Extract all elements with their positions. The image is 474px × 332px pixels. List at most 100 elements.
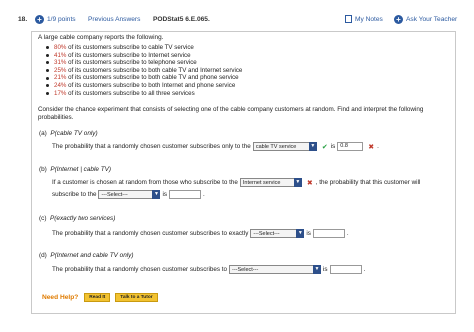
select-value: cable TV service (255, 143, 297, 150)
talk-to-tutor-button[interactable]: Talk to a Tutor (115, 293, 158, 302)
chevron-down-icon: ▼ (313, 265, 321, 274)
select-value: Internet service (242, 179, 281, 186)
notes-icon (345, 15, 352, 23)
part-c-select[interactable]: ---Select--- ▼ (250, 229, 305, 238)
consider-text: Consider the chance experiment that cons… (38, 106, 424, 121)
read-it-button[interactable]: Read It (84, 293, 111, 302)
part-letter: (b) (39, 166, 47, 173)
select-value: ---Select--- (253, 230, 280, 237)
part-d-text: The probability that a randomly chosen c… (52, 266, 227, 273)
part-c-text: The probability that a randomly chosen c… (52, 230, 249, 237)
chevron-down-icon: ▼ (293, 178, 302, 187)
part-c-label: (c) P(exactly two services) (39, 215, 115, 222)
part-a-label: (a) P(cable TV only) (39, 130, 98, 137)
previous-answers-link[interactable]: Previous Answers (88, 16, 140, 23)
list-item: 17% of its customers subscribe to all th… (46, 90, 242, 98)
part-letter: (c) (39, 215, 47, 222)
ask-teacher-link[interactable]: + Ask Your Teacher (394, 14, 458, 24)
stat-pct: 80% (54, 44, 67, 51)
part-letter: (d) (39, 252, 47, 259)
part-b-select1[interactable]: Internet service ▼ (239, 178, 302, 187)
stat-pct: 41% (54, 51, 67, 59)
period: . (203, 191, 205, 198)
list-item: 21% of its customers subscribe to both c… (46, 74, 242, 82)
plus-icon: + (394, 14, 403, 24)
stat-pct: 21% (54, 74, 67, 82)
part-b-row1: If a customer is chosen at random from t… (52, 178, 420, 187)
stat-text: of its customers subscribe to Internet s… (68, 51, 191, 59)
select-value: ---Select--- (101, 191, 128, 198)
is-label: is (162, 191, 168, 198)
stat-pct: 17% (54, 89, 67, 97)
stat-text: of its customers subscribe to cable TV s… (68, 44, 194, 51)
chevron-down-icon: ▼ (308, 142, 317, 151)
points-indicator[interactable]: + 1/9 points (35, 14, 76, 24)
list-item: 31% of its customers subscribe to teleph… (46, 59, 242, 67)
part-letter: (a) (39, 130, 47, 137)
period: . (377, 143, 379, 150)
part-a-row: The probability that a randomly chosen c… (52, 142, 379, 151)
select-value: ---Select--- (232, 266, 259, 273)
ask-teacher-label: Ask Your Teacher (406, 15, 458, 23)
is-label: is (306, 230, 311, 237)
is-label: is (330, 143, 336, 150)
stat-pct: 24% (54, 81, 67, 89)
question-code: PODStat5 6.E.065. (153, 15, 210, 23)
period: . (363, 266, 366, 273)
part-a-text: The probability that a randomly chosen c… (52, 143, 251, 150)
bullet-icon (46, 46, 49, 50)
plus-icon: + (35, 14, 44, 24)
part-a-select[interactable]: cable TV service ▼ (252, 142, 317, 151)
part-title: P(exactly two services) (50, 215, 116, 222)
list-item: 41% of its customers subscribe to Intern… (46, 52, 242, 60)
part-b-row2: subscribe to the ---Select--- ▼ is . (52, 190, 205, 199)
check-icon: ✔ (321, 143, 328, 151)
bullet-icon (46, 84, 49, 88)
x-icon: ✖ (306, 179, 313, 187)
part-b-text1: If a customer is chosen at random from t… (52, 179, 238, 186)
stat-text: of its customers subscribe to telephone … (68, 59, 197, 67)
part-title: P(Internet and cable TV only) (50, 252, 134, 259)
chevron-down-icon: ▼ (152, 190, 161, 199)
part-title: P(cable TV only) (50, 130, 98, 137)
list-item: 24% of its customers subscribe to both I… (46, 82, 242, 90)
part-b-text3: subscribe to the (52, 191, 97, 198)
stat-text: of its customers subscribe to both Inter… (68, 81, 236, 89)
points-text: 1/9 points (47, 15, 76, 23)
part-d-select[interactable]: ---Select--- ▼ (229, 265, 321, 274)
question-box: A large cable company reports the follow… (31, 31, 456, 314)
bullet-icon (46, 53, 49, 57)
question-page: 18. + 1/9 points Previous Answers PODSta… (0, 0, 474, 332)
part-d-input[interactable] (329, 265, 362, 274)
part-title: P(Internet | cable TV) (50, 166, 111, 173)
stats-list: 80% of its customers subscribe to cable … (46, 44, 242, 97)
stat-text: of its customers subscribe to both cable… (68, 66, 243, 74)
need-help-bar: Need Help? Read It Talk to a Tutor (42, 293, 163, 302)
intro-text: A large cable company reports the follow… (38, 34, 164, 41)
part-d-label: (d) P(Internet and cable TV only) (39, 252, 134, 259)
bullet-icon (46, 61, 49, 65)
period: . (346, 230, 349, 237)
my-notes-link[interactable]: My Notes (345, 15, 383, 23)
question-number: 18. (18, 15, 28, 23)
part-c-row: The probability that a randomly chosen c… (52, 229, 349, 238)
list-item: 25% of its customers subscribe to both c… (46, 67, 242, 75)
bullet-icon (46, 76, 49, 80)
part-c-input[interactable] (312, 229, 345, 238)
part-a-input[interactable]: 0.8 (337, 142, 364, 151)
stat-pct: 31% (54, 59, 67, 67)
is-label: is (323, 266, 328, 273)
part-d-row: The probability that a randomly chosen c… (52, 265, 365, 274)
bullet-icon (46, 91, 49, 95)
bullet-icon (46, 69, 49, 73)
stat-text: of its customers subscribe to all three … (68, 89, 195, 97)
part-b-input[interactable] (169, 190, 202, 199)
part-b-select2[interactable]: ---Select--- ▼ (98, 190, 161, 199)
part-b-label: (b) P(Internet | cable TV) (39, 166, 111, 173)
my-notes-label: My Notes (355, 15, 383, 23)
part-b-text2: , the probability that this customer wil… (315, 179, 421, 186)
stat-text: of its customers subscribe to both cable… (68, 74, 239, 82)
stat-pct: 25% (54, 66, 67, 74)
question-header: 18. + 1/9 points Previous Answers PODSta… (0, 11, 474, 27)
need-help-label: Need Help? (42, 294, 79, 301)
